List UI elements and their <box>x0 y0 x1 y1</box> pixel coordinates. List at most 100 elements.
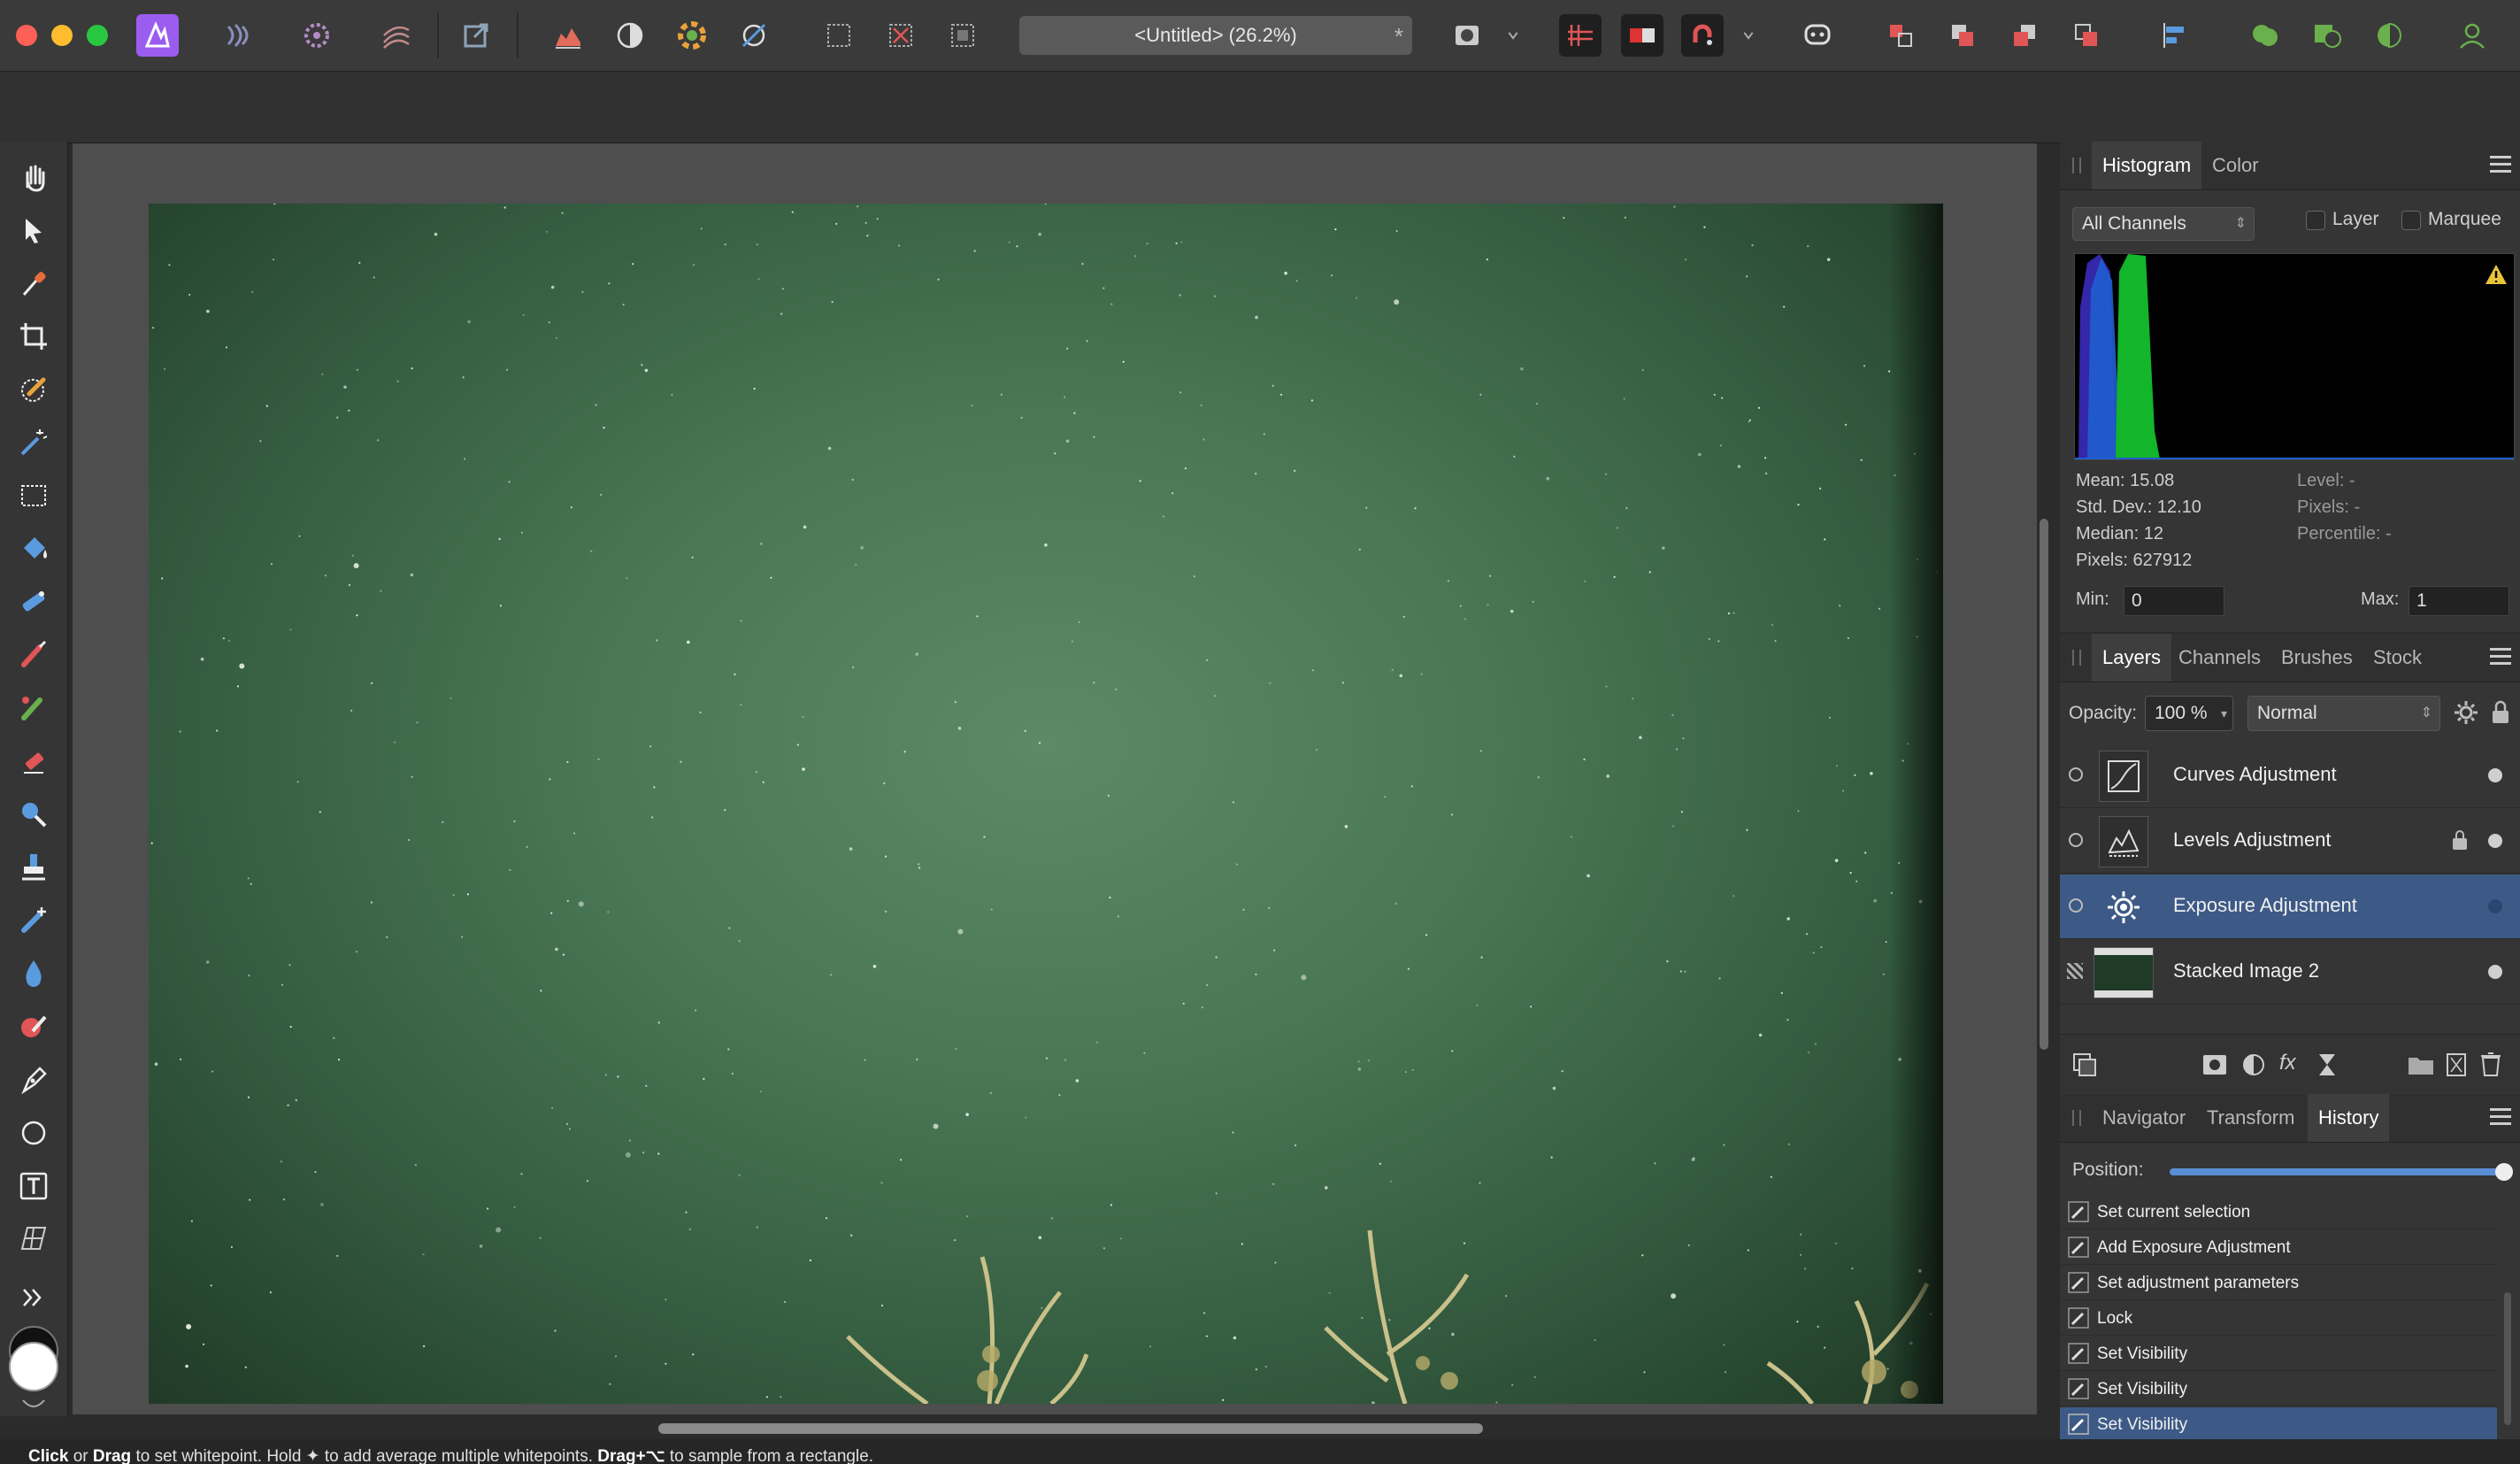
document-title[interactable]: <Untitled> (26.2%) * <box>1019 16 1412 55</box>
expand-tools-chevrons-icon[interactable] <box>11 1282 57 1314</box>
opacity-field[interactable]: 100 % ▾ <box>2145 696 2233 731</box>
minimize-window-button[interactable] <box>51 25 73 46</box>
visibility-toggle-icon[interactable] <box>2069 833 2083 847</box>
history-item[interactable]: Set adjustment parameters <box>2060 1266 2497 1300</box>
assistant-icon[interactable] <box>1796 14 1839 57</box>
dodge-tool-icon[interactable] <box>11 791 57 837</box>
flood-fill-tool-icon[interactable] <box>11 526 57 572</box>
layer-enabled-dot[interactable] <box>2488 965 2502 979</box>
panel-grip-icon[interactable] <box>2072 650 2081 666</box>
arrange-backward-icon[interactable] <box>2003 14 2046 57</box>
close-window-button[interactable] <box>16 25 37 46</box>
history-item[interactable]: Lock <box>2060 1301 2497 1336</box>
clone-stamp-tool-icon[interactable] <box>11 844 57 890</box>
snapping-icon[interactable] <box>1559 14 1602 57</box>
view-tool-hand-icon[interactable] <box>11 154 57 200</box>
layer-checkbox[interactable] <box>2306 211 2325 230</box>
pixel-layer-visibility-icon[interactable] <box>2067 963 2083 979</box>
auto-colors-icon[interactable] <box>671 14 713 57</box>
auto-white-balance-icon[interactable] <box>733 14 775 57</box>
position-slider-knob[interactable] <box>2495 1163 2513 1181</box>
hourglass-icon[interactable] <box>2316 1052 2338 1082</box>
color-swatches[interactable] <box>7 1324 60 1391</box>
adjustment-layer-icon[interactable] <box>2240 1052 2267 1082</box>
history-item-selected[interactable]: Set Visibility <box>2060 1407 2497 1439</box>
healing-brush-tool-icon[interactable] <box>11 898 57 944</box>
crop-tool-icon[interactable] <box>11 313 57 359</box>
night-sky-photo[interactable] <box>149 204 1943 1404</box>
blend-mode-select[interactable]: Normal ⇕ <box>2247 696 2440 731</box>
user-account-icon[interactable] <box>2451 14 2493 57</box>
force-pixel-alignment-icon[interactable] <box>1621 14 1663 57</box>
tab-layers[interactable]: Layers <box>2092 634 2172 682</box>
history-scrollbar[interactable] <box>2504 1292 2511 1425</box>
tab-color[interactable]: Color <box>2201 142 2270 189</box>
layer-row-exposure[interactable]: Exposure Adjustment <box>2060 875 2520 939</box>
marquee-checkbox[interactable] <box>2401 211 2421 230</box>
tab-transform[interactable]: Transform <box>2196 1094 2305 1142</box>
lock-layer-icon[interactable] <box>2490 699 2511 730</box>
magnet-snapping-icon[interactable] <box>1681 14 1724 57</box>
arrange-forward-icon[interactable] <box>1941 14 1984 57</box>
position-slider[interactable] <box>2170 1163 2513 1181</box>
erase-brush-tool-icon[interactable] <box>11 738 57 784</box>
min-field[interactable]: 0 <box>2124 586 2224 616</box>
export-persona-icon[interactable] <box>455 14 497 57</box>
panel-grip-icon[interactable] <box>2072 158 2081 173</box>
ellipse-tool-icon[interactable] <box>11 1110 57 1156</box>
panel-grip-icon[interactable] <box>2072 1110 2081 1126</box>
history-item[interactable]: Add Exposure Adjustment <box>2060 1230 2497 1265</box>
boolean-add-icon[interactable] <box>2244 14 2286 57</box>
layer-row-curves[interactable]: Curves Adjustment <box>2060 744 2520 808</box>
group-folder-icon[interactable] <box>2407 1052 2435 1082</box>
delete-layer-trash-icon[interactable] <box>2479 1051 2502 1082</box>
layer-enabled-dot[interactable] <box>2488 834 2502 848</box>
move-tool-arrow-icon[interactable] <box>11 207 57 253</box>
boolean-intersect-icon[interactable] <box>2368 14 2410 57</box>
visibility-toggle-icon[interactable] <box>2069 898 2083 913</box>
tone-mapping-persona-icon[interactable] <box>375 14 418 57</box>
panel-menu-icon[interactable] <box>2490 156 2511 173</box>
zoom-window-button[interactable] <box>87 25 108 46</box>
align-icon[interactable] <box>2154 14 2196 57</box>
invert-selection-icon[interactable] <box>941 14 984 57</box>
boolean-subtract-icon[interactable] <box>2306 14 2348 57</box>
snapping-dropdown-chevron-icon[interactable] <box>1736 14 1761 57</box>
tab-brushes[interactable]: Brushes <box>2270 634 2363 682</box>
marquee-tool-icon[interactable] <box>11 473 57 519</box>
color-picker-tool-icon[interactable] <box>11 260 57 306</box>
selection-brush-tool-icon[interactable] <box>11 366 57 412</box>
paint-brush-tool-icon[interactable] <box>11 632 57 678</box>
layer-lock-icon[interactable] <box>2451 828 2469 856</box>
quick-mask-dropdown-chevron-icon[interactable] <box>1501 14 1525 57</box>
mask-layer-icon[interactable] <box>2201 1052 2228 1082</box>
primary-color-swatch[interactable] <box>9 1342 58 1391</box>
swap-colors-icon[interactable] <box>18 1395 50 1413</box>
live-filter-fx-icon[interactable]: fx <box>2279 1051 2296 1075</box>
max-field[interactable]: 1 <box>2409 586 2509 616</box>
tab-navigator[interactable]: Navigator <box>2092 1094 2196 1142</box>
rasterize-icon[interactable] <box>2446 1052 2467 1082</box>
levels-toolbar-icon[interactable] <box>547 14 589 57</box>
photo-persona-icon[interactable] <box>136 14 179 57</box>
gradient-tool-icon[interactable] <box>11 579 57 625</box>
layer-enabled-dot[interactable] <box>2488 768 2502 782</box>
auto-contrast-icon[interactable] <box>609 14 651 57</box>
flood-select-tool-icon[interactable] <box>11 420 57 466</box>
history-item[interactable]: Set current selection <box>2060 1195 2497 1229</box>
history-item[interactable]: Set Visibility <box>2060 1372 2497 1406</box>
layer-enabled-dot[interactable] <box>2488 899 2502 913</box>
tab-histogram[interactable]: Histogram <box>2092 142 2202 189</box>
text-tool-icon[interactable] <box>11 1163 57 1209</box>
quick-mask-icon[interactable] <box>1446 14 1488 57</box>
color-replacement-tool-icon[interactable] <box>11 685 57 731</box>
tab-channels[interactable]: Channels <box>2168 634 2271 682</box>
arrange-back-icon[interactable] <box>2065 14 2108 57</box>
layer-row-stacked-image[interactable]: Stacked Image 2 <box>2060 940 2520 1005</box>
channel-select[interactable]: All Channels ⇕ <box>2072 207 2255 241</box>
liquify-persona-icon[interactable] <box>216 14 258 57</box>
panel-menu-icon[interactable] <box>2490 648 2511 666</box>
develop-persona-icon[interactable] <box>296 14 338 57</box>
duplicate-layer-icon[interactable] <box>2072 1052 2099 1082</box>
vertical-scrollbar[interactable] <box>2040 519 2048 1050</box>
